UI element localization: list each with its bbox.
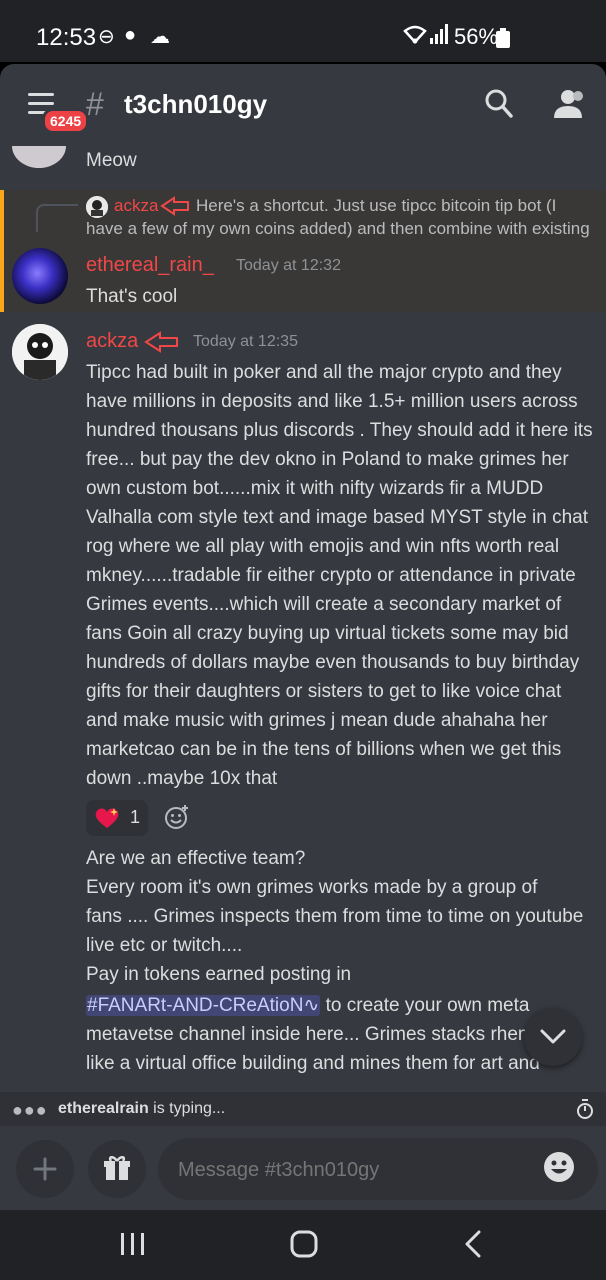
message-line: have millions in deposits and like 1.5+ … bbox=[86, 391, 578, 412]
avatar[interactable] bbox=[12, 324, 68, 380]
channel-hash-icon: # bbox=[86, 86, 104, 122]
message-line: #FANARt-AND-CReAtioN∿ to create your own… bbox=[86, 991, 601, 1020]
message-line: hundreds of dollars maybe even thousands… bbox=[86, 652, 580, 673]
message-body: Tipcc had built in poker and all the maj… bbox=[86, 358, 601, 793]
message-line: Tipcc had built in poker and all the maj… bbox=[86, 362, 562, 383]
reply-avatar bbox=[86, 196, 108, 218]
reaction-count: 1 bbox=[130, 807, 141, 827]
reply-username[interactable]: ackza bbox=[114, 196, 158, 216]
message-timestamp: Today at 12:35 bbox=[193, 333, 298, 350]
typing-user: etherealrain bbox=[58, 1100, 149, 1117]
dnd-icon: ⊖ bbox=[98, 26, 115, 48]
avatar[interactable] bbox=[12, 248, 68, 304]
message-text: to create your own meta bbox=[320, 995, 530, 1016]
jump-to-present-button[interactable] bbox=[524, 1008, 582, 1066]
status-bar: 12:53 ⊖ ● ☁ 56% bbox=[0, 0, 606, 62]
account-icon: ● bbox=[124, 24, 137, 46]
message-line: Are we an effective team? bbox=[86, 848, 306, 869]
message-line: hundred thousans plus discords . They sh… bbox=[86, 420, 593, 441]
status-time: 12:53 bbox=[36, 24, 97, 51]
channel-title[interactable]: t3chn010gy bbox=[124, 89, 267, 120]
sparkling-heart-icon bbox=[94, 806, 120, 835]
slowmode-timer-icon bbox=[576, 1098, 594, 1125]
search-icon[interactable] bbox=[484, 88, 514, 125]
plus-icon bbox=[33, 1157, 57, 1181]
message-line: Grimes events....which will create a sec… bbox=[86, 594, 562, 615]
add-attachment-button[interactable] bbox=[16, 1140, 74, 1198]
message-author[interactable]: ackza bbox=[86, 330, 138, 353]
reply-preview[interactable]: Here's a shortcut. Just use tipcc bitcoi… bbox=[196, 196, 556, 216]
notification-badge: 6245 bbox=[42, 108, 90, 134]
message-author[interactable]: ethereal_rain_ bbox=[86, 254, 214, 277]
message-line: gifts for their daughters or sisters to … bbox=[86, 681, 562, 702]
add-reaction-icon[interactable] bbox=[164, 804, 190, 835]
username-decoration-icon bbox=[160, 195, 190, 222]
channel-mention[interactable]: #FANARt-AND-CReAtioN∿ bbox=[86, 995, 321, 1016]
wifi-icon bbox=[402, 24, 428, 52]
message-composer bbox=[0, 1126, 606, 1210]
signal-icon bbox=[430, 24, 448, 50]
reaction-chip[interactable]: 1 bbox=[86, 800, 148, 836]
typing-suffix: is typing... bbox=[148, 1100, 226, 1117]
typing-dots-icon: ●●● bbox=[12, 1100, 48, 1120]
message-line: free... but pay the dev okno in Poland t… bbox=[86, 449, 569, 470]
message-line: Valhalla com style text and image based … bbox=[86, 507, 588, 528]
recent-apps-icon[interactable] bbox=[120, 1232, 146, 1261]
message-line: own custom bot......mix it with nifty wi… bbox=[86, 478, 544, 499]
message-line: Every room it's own grimes works made by… bbox=[86, 877, 538, 898]
avatar[interactable] bbox=[12, 146, 66, 168]
message-line: fans .... Grimes inspects them from time… bbox=[86, 906, 584, 927]
message-text: Meow bbox=[86, 150, 137, 171]
message-line: and make music with grimes j mean dude a… bbox=[86, 710, 548, 731]
message-line: fans Goin all crazy buying up virtual ti… bbox=[86, 623, 569, 644]
gift-icon bbox=[104, 1156, 130, 1180]
back-icon[interactable] bbox=[464, 1230, 482, 1263]
chevron-down-icon bbox=[540, 1029, 566, 1044]
message-input-container[interactable] bbox=[158, 1138, 598, 1200]
message-text: That's cool bbox=[86, 286, 178, 307]
message-line: live etc or twitch.... bbox=[86, 935, 243, 956]
home-icon[interactable] bbox=[290, 1230, 318, 1263]
gift-button[interactable] bbox=[88, 1140, 146, 1198]
message-line: Pay in tokens earned posting in bbox=[86, 964, 352, 985]
typing-indicator: ●●● etherealrain is typing... bbox=[0, 1092, 606, 1126]
reply-preview-cont[interactable]: have a few of my own coins added) and th… bbox=[86, 219, 590, 239]
message-line: marketcao can be in the tens of billions… bbox=[86, 739, 562, 760]
cloud-sync-icon: ☁ bbox=[150, 26, 170, 48]
reply-connector bbox=[36, 204, 78, 232]
message-line: rog where we all play with emojis and wi… bbox=[86, 536, 560, 557]
message-line: mkney......tradable fir either crypto or… bbox=[86, 565, 576, 586]
typing-text: etherealrain is typing... bbox=[58, 1100, 225, 1118]
message-line: down ..maybe 10x that bbox=[86, 768, 278, 789]
message-input[interactable] bbox=[176, 1150, 540, 1190]
members-icon[interactable] bbox=[552, 88, 588, 123]
message-timestamp: Today at 12:32 bbox=[236, 257, 341, 274]
username-decoration-icon bbox=[144, 329, 180, 360]
message-line: like a virtual office building and mines… bbox=[86, 1053, 540, 1074]
battery-icon bbox=[496, 28, 510, 53]
system-nav-bar bbox=[0, 1210, 606, 1280]
channel-header: 6245 # t3chn010gy bbox=[0, 64, 606, 146]
message-list[interactable]: Meow ackza Here's a shortcut. Just use t… bbox=[0, 146, 606, 1092]
emoji-picker-icon[interactable] bbox=[542, 1150, 576, 1189]
